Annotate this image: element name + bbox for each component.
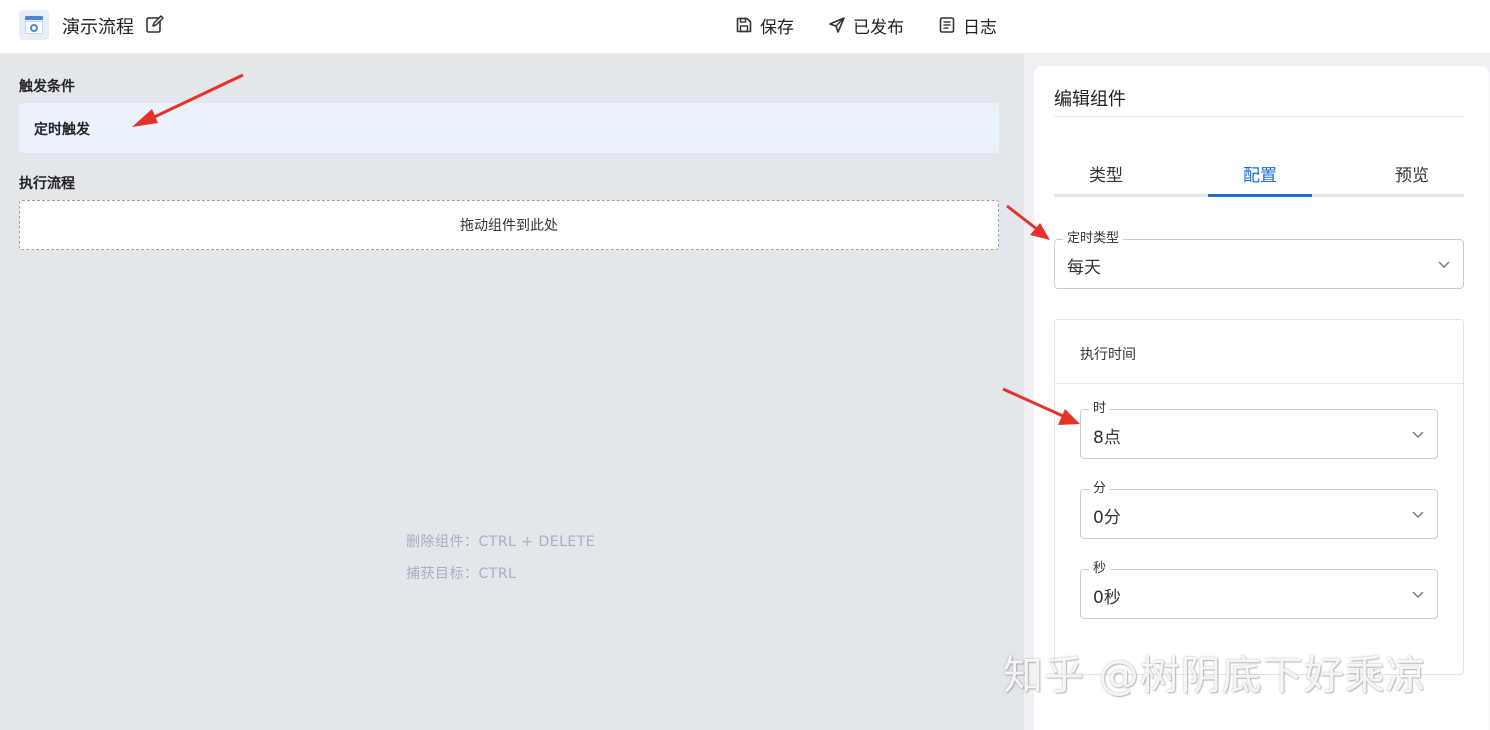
exec-time-divider (1055, 383, 1463, 384)
chevron-down-icon (1438, 261, 1450, 268)
flow-title: 演示流程 (62, 17, 134, 38)
drop-zone[interactable]: 拖动组件到此处 (19, 200, 999, 250)
active-tab-indicator (1208, 194, 1312, 197)
hint-delete: 删除组件：CTRL + DELETE (406, 534, 596, 550)
trigger-item-label: 定时触发 (34, 122, 90, 138)
header-actions: 保存 已发布 日志 (735, 12, 1031, 38)
trigger-item[interactable]: 定时触发 (19, 103, 999, 153)
tab-type[interactable]: 类型 (1054, 161, 1158, 186)
minute-label: 分 (1089, 480, 1111, 498)
hour-label: 时 (1089, 400, 1111, 418)
hour-value: 8点 (1093, 428, 1121, 448)
chevron-down-icon (1412, 511, 1424, 518)
edit-component-panel: 编辑组件 类型 配置 预览 定时类型 每天 执行时间 时 8点 分 0分 秒 0… (1034, 66, 1489, 730)
second-select[interactable]: 秒 0秒 (1080, 560, 1438, 619)
top-bar: 演示流程 保存 已发布 日志 (0, 0, 1490, 54)
minute-select[interactable]: 分 0分 (1080, 480, 1438, 539)
watermark: 知乎 @树阴底下好乘凉 (1003, 653, 1427, 699)
exec-time-title: 执行时间 (1080, 347, 1136, 363)
log-button[interactable]: 日志 (938, 13, 997, 38)
flow-canvas[interactable]: 触发条件 定时触发 执行流程 拖动组件到此处 删除组件：CTRL + DELET… (0, 54, 1024, 730)
chevron-down-icon (1412, 431, 1424, 438)
published-label: 已发布 (853, 17, 904, 38)
edit-icon[interactable] (145, 14, 165, 34)
panel-divider (1054, 116, 1464, 117)
panel-tabs: 类型 配置 预览 (1054, 154, 1464, 197)
minute-value: 0分 (1093, 508, 1121, 528)
app-logo-icon (19, 10, 49, 40)
trigger-section-label: 触发条件 (19, 79, 75, 95)
exec-time-box: 执行时间 时 8点 分 0分 秒 0秒 (1054, 319, 1464, 675)
hint-capture: 捕获目标：CTRL (406, 566, 517, 582)
panel-title: 编辑组件 (1054, 89, 1126, 110)
log-icon (939, 17, 955, 33)
schedule-type-select[interactable]: 定时类型 每天 (1054, 230, 1464, 289)
drop-zone-text: 拖动组件到此处 (460, 218, 558, 234)
schedule-type-label: 定时类型 (1063, 230, 1124, 248)
tab-preview[interactable]: 预览 (1360, 161, 1464, 186)
save-icon (736, 17, 752, 33)
hour-select[interactable]: 时 8点 (1080, 400, 1438, 459)
chevron-down-icon (1412, 591, 1424, 598)
schedule-type-value: 每天 (1067, 258, 1101, 278)
second-label: 秒 (1089, 560, 1111, 578)
send-icon (829, 17, 845, 33)
save-button[interactable]: 保存 (735, 13, 794, 38)
log-label: 日志 (963, 17, 997, 38)
second-value: 0秒 (1093, 588, 1121, 608)
tab-config[interactable]: 配置 (1208, 161, 1312, 186)
published-button[interactable]: 已发布 (828, 13, 904, 38)
save-label: 保存 (760, 17, 794, 38)
flow-section-label: 执行流程 (19, 176, 75, 192)
